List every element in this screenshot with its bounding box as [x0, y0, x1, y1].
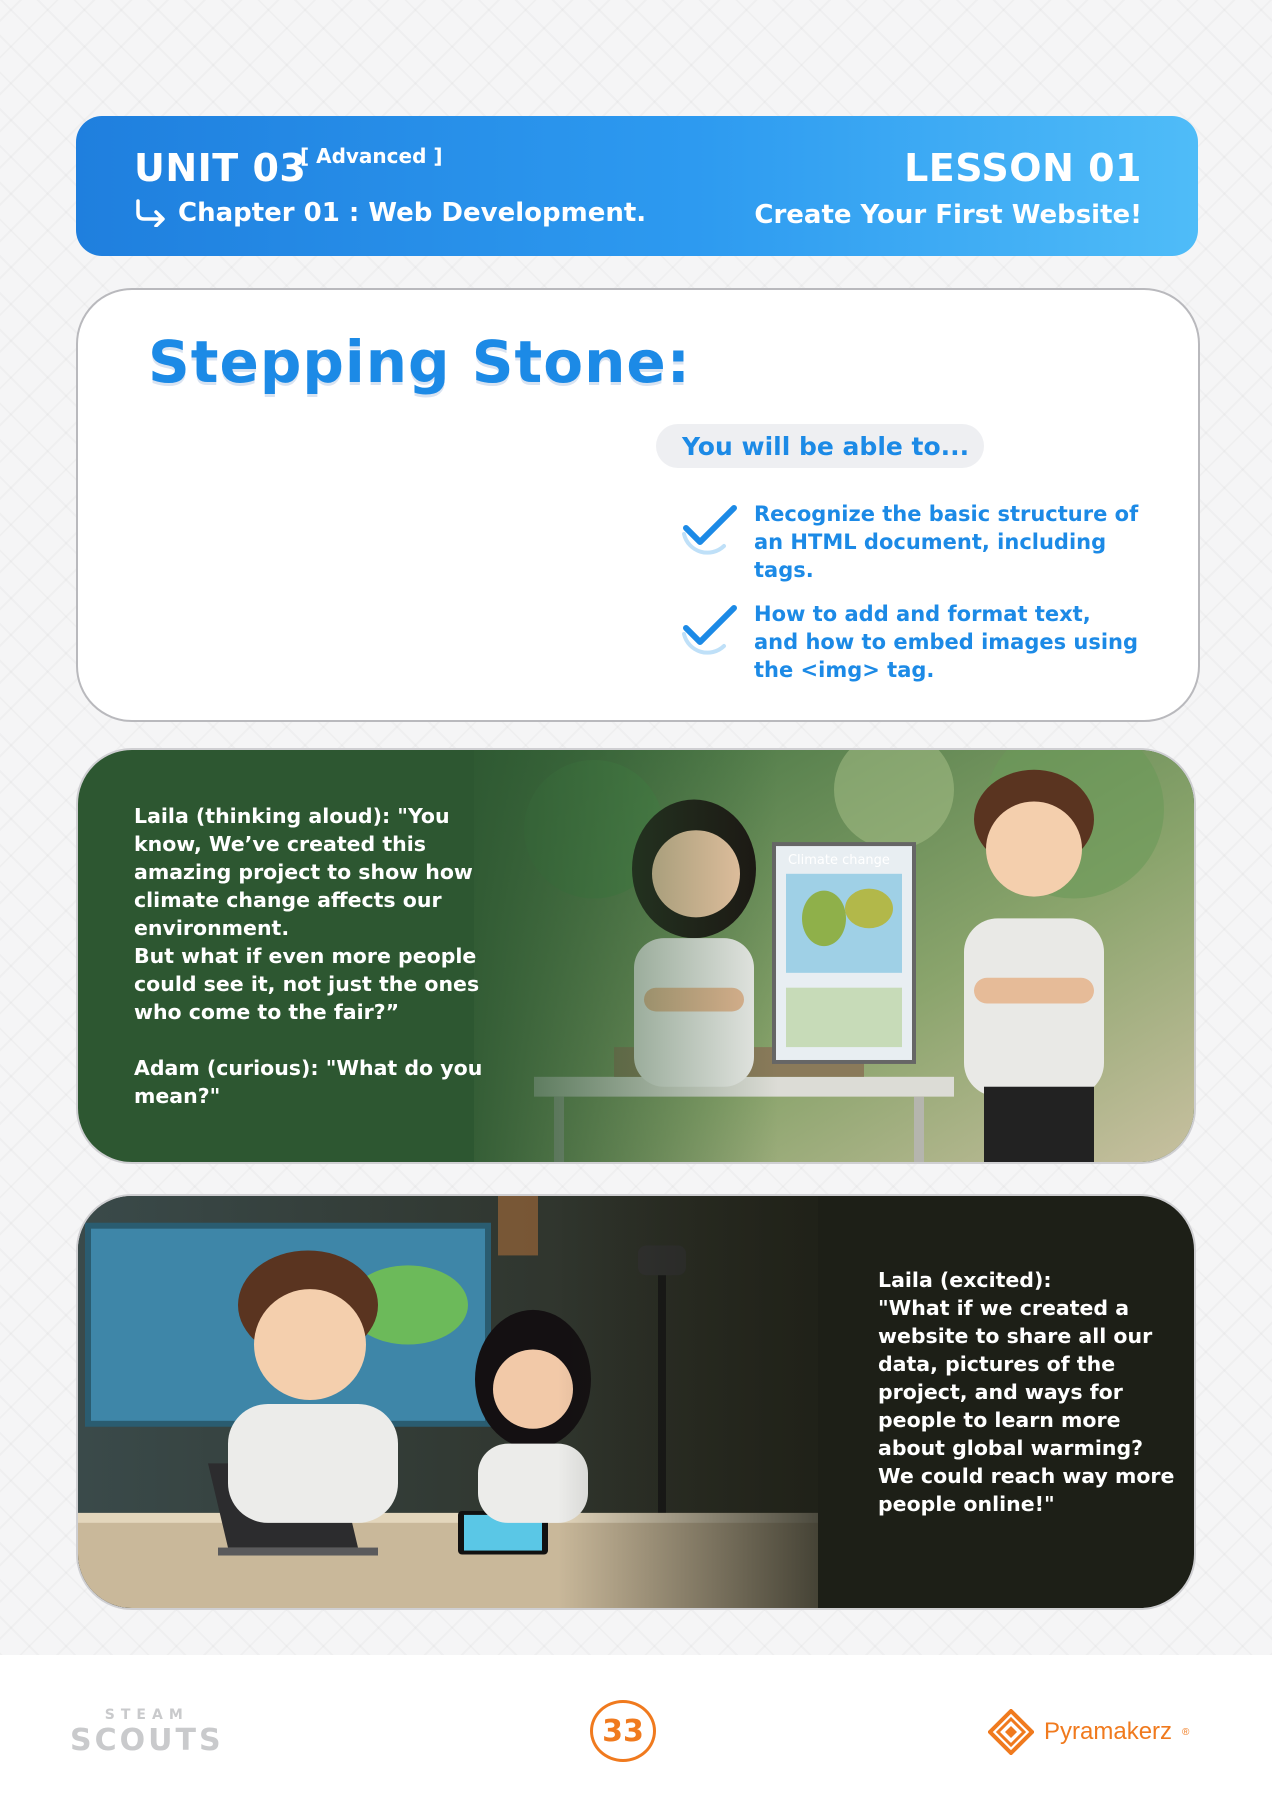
lesson-header: UNIT 03 [ Advanced ] Chapter 01 : Web De… [76, 116, 1198, 256]
arrow-return-icon [136, 199, 165, 227]
dialogue-text: Laila (thinking aloud): "You know, We’ve… [134, 804, 483, 1108]
page-footer: STEAM SCOUTS 33 Pyramakerz ® [0, 1655, 1272, 1800]
story-panel-1: Climate change Laila (thinking aloud): "… [76, 748, 1196, 1164]
lesson-title: Create Your First Website! [754, 200, 1142, 230]
checkmark-icon [682, 505, 737, 555]
unit-level: [ Advanced ] [300, 144, 443, 168]
stepping-stone-card: Stepping Stone: You will be able to... R… [76, 288, 1200, 722]
checkmark-icon [682, 605, 737, 655]
pyramakerz-logo-icon [988, 1709, 1034, 1755]
story-panel-2: Laila (excited): "What if we created a w… [76, 1194, 1196, 1610]
stepping-stone-title: Stepping Stone: [148, 328, 691, 396]
objective-text: How to add and format text, and how to e… [754, 602, 1139, 682]
objectives-intro: You will be able to... [656, 424, 984, 468]
steam-scouts-logo: STEAM SCOUTS [70, 1707, 224, 1758]
pyramakerz-name: Pyramakerz [1044, 1718, 1173, 1745]
chapter-line: Chapter 01 : Web Development. [134, 198, 646, 228]
logo-top-text: STEAM [104, 1707, 189, 1723]
logo-bottom-text: SCOUTS [70, 1723, 224, 1758]
lesson-number: LESSON 01 [904, 146, 1142, 190]
pyramakerz-logo: Pyramakerz ® [988, 1709, 1189, 1755]
unit-title: UNIT 03 [134, 146, 307, 190]
dialogue-text: Laila (excited): "What if we created a w… [878, 1268, 1175, 1516]
poster-title: Climate change [788, 853, 890, 868]
panel-fade [558, 1196, 898, 1608]
page-number: 33 [590, 1700, 656, 1762]
objective-item: How to add and format text, and how to e… [672, 600, 1142, 684]
chapter-title: Chapter 01 : Web Development. [178, 198, 647, 228]
objective-text: Recognize the basic structure of an HTML… [754, 502, 1139, 582]
registered-mark: ® [1182, 1726, 1190, 1738]
objective-item: Recognize the basic structure of an HTML… [672, 500, 1142, 584]
